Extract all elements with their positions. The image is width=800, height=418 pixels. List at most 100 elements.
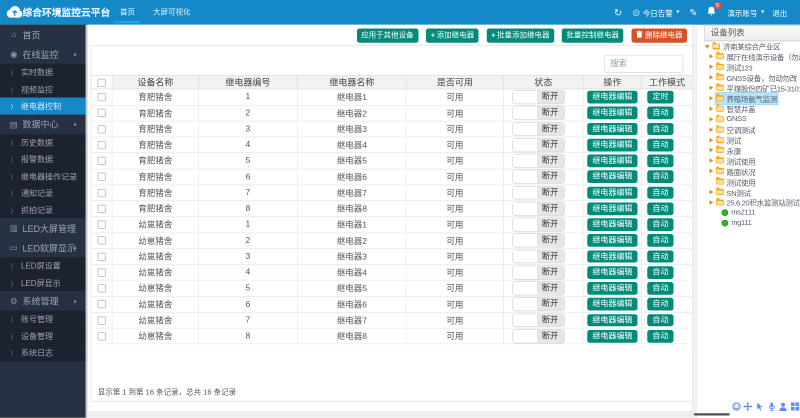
- sidebar-scrollbar[interactable]: [85, 25, 88, 418]
- row-checkbox[interactable]: [98, 205, 106, 213]
- status-toggle[interactable]: 断开: [512, 297, 565, 311]
- cursor-icon[interactable]: [755, 402, 764, 411]
- work-mode-button[interactable]: 自动: [647, 234, 673, 247]
- status-toggle[interactable]: 断开: [512, 170, 565, 184]
- relay-edit-button[interactable]: 继电器编辑: [587, 314, 637, 327]
- status-toggle[interactable]: 断开: [512, 106, 565, 120]
- user-dropdown[interactable]: 演示账号 ▼: [727, 7, 766, 18]
- toolbar-button-2[interactable]: +批量添加继电器: [487, 28, 554, 42]
- collapse-arrow-icon[interactable]: [709, 148, 713, 153]
- relay-edit-button[interactable]: 继电器编辑: [587, 171, 637, 184]
- status-toggle[interactable]: 断开: [512, 281, 565, 295]
- tree-node[interactable]: GNSS设备，勿动勿改: [704, 72, 800, 82]
- work-mode-button[interactable]: 自动: [647, 186, 673, 199]
- status-toggle[interactable]: 断开: [512, 154, 565, 168]
- alarm-dropdown[interactable]: ◎ 今日告警 ▼: [633, 7, 682, 18]
- work-mode-button[interactable]: 自动: [647, 330, 673, 343]
- nav-tab-bigscreen[interactable]: 大屏可视化: [144, 0, 200, 25]
- toolbar-button-0[interactable]: 应用于其他设备: [357, 28, 419, 42]
- headset-icon[interactable]: [732, 402, 741, 411]
- relay-edit-button[interactable]: 继电器编辑: [587, 282, 637, 295]
- relay-edit-button[interactable]: 继电器编辑: [587, 139, 637, 152]
- status-toggle[interactable]: 断开: [512, 313, 565, 327]
- collapse-arrow-icon[interactable]: [709, 190, 713, 195]
- sidebar-item[interactable]: 〉视频监控: [0, 81, 88, 98]
- sidebar-item[interactable]: 〉报警数据: [0, 151, 88, 168]
- row-checkbox[interactable]: [98, 332, 106, 340]
- sidebar-item[interactable]: ▥LED大屏管理: [0, 218, 88, 238]
- sidebar-item[interactable]: 〉系统日志: [0, 344, 88, 361]
- status-toggle[interactable]: 断开: [512, 234, 565, 248]
- work-mode-button[interactable]: 自动: [647, 218, 673, 231]
- sidebar-item[interactable]: ⚙系统管理▲: [0, 291, 88, 311]
- tree-node[interactable]: 测试使用: [704, 156, 800, 166]
- grid-icon[interactable]: [790, 402, 799, 411]
- row-checkbox[interactable]: [98, 236, 106, 244]
- work-mode-button[interactable]: 自动: [647, 282, 673, 295]
- row-checkbox[interactable]: [98, 268, 106, 276]
- relay-edit-button[interactable]: 继电器编辑: [587, 107, 637, 120]
- sidebar-item[interactable]: 〉通知记录: [0, 185, 88, 202]
- collapse-arrow-icon[interactable]: [709, 138, 713, 143]
- toolbar-button-3[interactable]: 批量控制继电器: [562, 28, 624, 42]
- tree-node[interactable]: 空调测试: [704, 124, 800, 134]
- notifications-button[interactable]: 5: [706, 6, 716, 20]
- work-mode-button[interactable]: 定时: [647, 91, 673, 104]
- horizontal-scrollbar-thumb[interactable]: [694, 413, 730, 416]
- sidebar-item[interactable]: 〉实时数据: [0, 64, 88, 81]
- sidebar-item[interactable]: ▤数据中心▲: [0, 115, 88, 135]
- tree-node[interactable]: 展厅在线演示设备（勿动）: [704, 51, 800, 61]
- relay-edit-button[interactable]: 继电器编辑: [587, 155, 637, 168]
- sidebar-item[interactable]: 〉LED屏设置: [0, 257, 88, 274]
- row-checkbox[interactable]: [98, 221, 106, 229]
- tree-node[interactable]: SN测试: [704, 187, 800, 197]
- sidebar-item[interactable]: 〉抓拍记录: [0, 202, 88, 219]
- work-mode-button[interactable]: 自动: [647, 298, 673, 311]
- refresh-icon[interactable]: ↻: [614, 6, 622, 18]
- row-checkbox[interactable]: [98, 252, 106, 260]
- tree-node[interactable]: 智慧井盖: [704, 103, 800, 113]
- collapse-arrow-icon[interactable]: [709, 106, 713, 111]
- logout-button[interactable]: 退出: [772, 7, 787, 18]
- collapse-arrow-icon[interactable]: [709, 200, 713, 205]
- collapse-arrow-icon[interactable]: [709, 65, 713, 70]
- tree-node-body[interactable]: mg111: [721, 219, 753, 227]
- select-all-header[interactable]: [91, 75, 112, 89]
- tree-node[interactable]: 济南某综合产业区: [704, 41, 800, 51]
- sidebar-item[interactable]: 〉设备管理: [0, 328, 88, 345]
- tree-node[interactable]: 永康: [704, 145, 800, 155]
- row-checkbox[interactable]: [98, 173, 106, 181]
- relay-edit-button[interactable]: 继电器编辑: [587, 250, 637, 263]
- select-all-checkbox[interactable]: [98, 79, 106, 87]
- relay-edit-button[interactable]: 继电器编辑: [587, 266, 637, 279]
- status-toggle[interactable]: 断开: [512, 202, 565, 216]
- relay-edit-button[interactable]: 继电器编辑: [587, 186, 637, 199]
- sidebar-item[interactable]: 〉LED屏显示: [0, 274, 88, 291]
- search-input[interactable]: [603, 55, 683, 73]
- tree-node[interactable]: ms2111: [704, 208, 800, 218]
- sidebar-item[interactable]: 〉历史数据: [0, 134, 88, 151]
- tree-node[interactable]: 路面状况: [704, 166, 800, 176]
- user-icon[interactable]: [779, 402, 788, 411]
- tree-node[interactable]: 测试: [704, 135, 800, 145]
- relay-edit-button[interactable]: 继电器编辑: [587, 91, 637, 104]
- relay-edit-button[interactable]: 继电器编辑: [587, 330, 637, 343]
- tree-node[interactable]: 测试使用: [704, 176, 800, 186]
- tree-node-body[interactable]: ms2111: [721, 209, 756, 217]
- mic-icon[interactable]: [767, 402, 776, 411]
- sidebar-item[interactable]: ◉在线监控▲: [0, 44, 88, 64]
- sidebar-item[interactable]: 〉继电器控制: [0, 98, 88, 115]
- status-toggle[interactable]: 断开: [512, 186, 565, 200]
- tree-node[interactable]: mg111: [704, 218, 800, 228]
- edit-icon[interactable]: ✎: [689, 6, 697, 18]
- sidebar-item[interactable]: ▭LED软屏显示▲: [0, 238, 88, 258]
- work-mode-button[interactable]: 自动: [647, 314, 673, 327]
- status-toggle[interactable]: 断开: [512, 265, 565, 279]
- row-checkbox[interactable]: [98, 93, 106, 101]
- tree-node[interactable]: 测试123: [704, 62, 800, 72]
- collapse-arrow-icon[interactable]: [709, 127, 713, 132]
- status-toggle[interactable]: 断开: [512, 329, 565, 343]
- collapse-arrow-icon[interactable]: [709, 86, 713, 91]
- work-mode-button[interactable]: 自动: [647, 155, 673, 168]
- work-mode-button[interactable]: 自动: [647, 202, 673, 215]
